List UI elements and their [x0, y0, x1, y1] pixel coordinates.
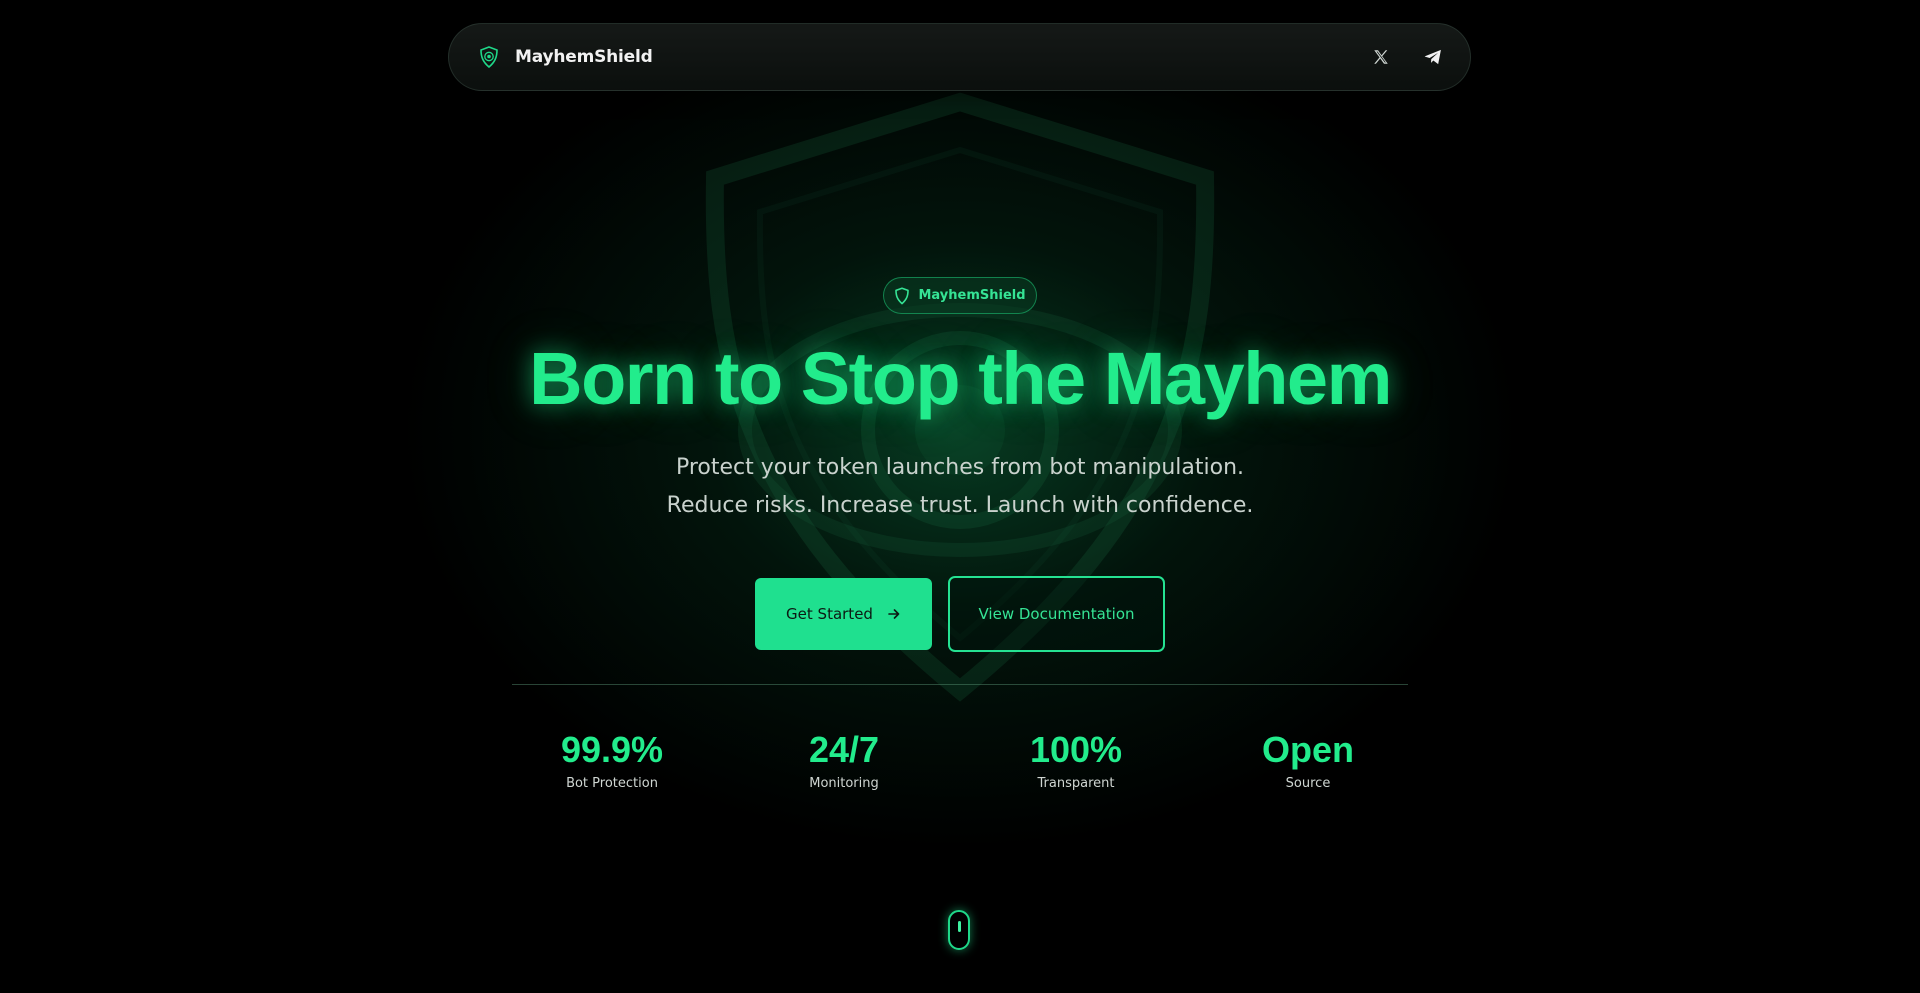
scroll-wheel-dot: [958, 921, 961, 932]
stat-item: 100% Transparent: [976, 724, 1176, 791]
brand[interactable]: MayhemShield: [477, 24, 653, 90]
brand-name: MayhemShield: [515, 47, 653, 67]
stat-value: 99.9%: [560, 729, 664, 770]
divider: [512, 684, 1408, 685]
get-started-label: Get Started: [786, 605, 873, 623]
hero-title: Born to Stop the Mayhem: [529, 337, 1392, 420]
shield-outline-icon: [895, 286, 910, 304]
stats-row: 99.9% Bot Protection 24/7 Monitoring 100…: [0, 724, 1920, 804]
arrow-right-icon: [888, 609, 900, 619]
badge-label: MayhemShield: [918, 288, 1026, 303]
stat-value: 100%: [1029, 729, 1123, 770]
top-navbar: MayhemShield: [448, 23, 1471, 91]
stat-value: Open: [1261, 729, 1354, 770]
view-documentation-button[interactable]: View Documentation: [948, 576, 1165, 652]
stat-label: Transparent: [1037, 776, 1115, 791]
landing-page: MayhemShield MayhemShield Born to Stop t…: [0, 0, 1920, 993]
brand-badge: MayhemShield: [883, 277, 1037, 314]
stat-label: Source: [1285, 776, 1331, 791]
view-documentation-label: View Documentation: [978, 605, 1135, 623]
stat-label: Bot Protection: [566, 776, 658, 791]
telegram-icon[interactable]: [1422, 46, 1444, 68]
social-links: [1370, 24, 1444, 90]
stat-item: 99.9% Bot Protection: [512, 724, 712, 791]
get-started-button[interactable]: Get Started: [755, 578, 932, 650]
stat-value: 24/7: [808, 729, 880, 770]
stat-item: 24/7 Monitoring: [744, 724, 944, 791]
x-twitter-icon[interactable]: [1370, 46, 1392, 68]
scroll-down-indicator[interactable]: [948, 910, 970, 950]
stat-item: Open Source: [1208, 724, 1408, 791]
hero-subtitle: Protect your token launches from bot man…: [666, 455, 1254, 518]
stat-label: Monitoring: [809, 776, 879, 791]
shield-logo-icon: [480, 46, 498, 69]
